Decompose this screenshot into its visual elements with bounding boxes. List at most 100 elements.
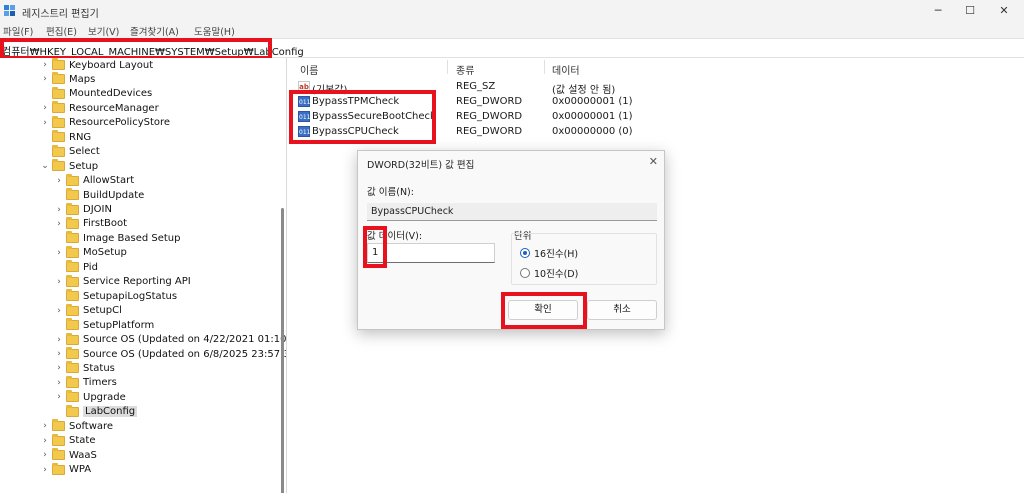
chevron-right-icon[interactable]: › [54, 361, 64, 375]
maximize-button[interactable]: ☐ [960, 3, 980, 19]
radio-hex[interactable]: 16진수(H) [520, 246, 578, 260]
radio-dec[interactable]: 10진수(D) [520, 266, 578, 280]
tree-node[interactable]: BuildUpdate [54, 188, 144, 202]
tree-node[interactable]: › Maps [40, 72, 95, 86]
menu-view[interactable]: 보기(V) [88, 24, 119, 38]
chevron-right-icon[interactable] [54, 405, 64, 419]
menu-help[interactable]: 도움말(H) [194, 24, 235, 38]
value-row[interactable]: 011 BypassTPMCheck REG_DWORD 0x00000001 … [292, 94, 1024, 109]
tree-node[interactable]: › ResourcePolicyStore [40, 115, 170, 130]
chevron-right-icon[interactable]: › [40, 434, 50, 448]
chevron-right-icon[interactable]: › [54, 376, 64, 390]
tree-node[interactable]: Select [40, 144, 100, 159]
cancel-button[interactable]: 취소 [587, 300, 657, 320]
tree-node[interactable]: › MoSetup [54, 245, 127, 260]
chevron-right-icon[interactable]: › [54, 333, 64, 347]
value-row[interactable]: ab (기본값) REG_SZ (값 설정 안 됨) [292, 79, 1024, 96]
registry-editor-icon [4, 5, 15, 16]
tree-node[interactable]: › WPA [40, 462, 91, 477]
dialog-close-icon[interactable]: ✕ [649, 155, 658, 168]
tree-node[interactable]: › Keyboard Layout [40, 58, 153, 72]
menu-file[interactable]: 파일(F) [3, 24, 33, 38]
tree-node[interactable]: › Upgrade [54, 390, 126, 404]
chevron-right-icon[interactable]: › [54, 304, 64, 318]
window-title: 레지스트리 편집기 [22, 9, 99, 20]
tree-node[interactable]: › ResourceManager [40, 101, 159, 115]
menu-favorites[interactable]: 즐겨찾기(A) [130, 24, 179, 38]
address-bar[interactable]: 컴퓨터₩HKEY_LOCAL_MACHINE₩SYSTEM₩Setup₩LabC… [0, 38, 1024, 58]
chevron-right-icon[interactable] [54, 289, 64, 303]
chevron-right-icon[interactable]: › [54, 246, 64, 260]
chevron-down-icon[interactable]: ⌄ [40, 159, 50, 173]
tree-node[interactable]: › Source OS (Updated on 6/8/2025 23:57:38… [54, 347, 286, 361]
value-name: BypassCPUCheck [312, 126, 399, 137]
tree-node[interactable]: LabConfig [54, 404, 138, 419]
chevron-right-icon[interactable]: › [40, 116, 50, 130]
tree-node[interactable]: › WaaS [40, 448, 97, 462]
column-header-name[interactable]: 이름 [300, 62, 318, 77]
tree-scrollbar[interactable] [281, 208, 284, 493]
menu-edit[interactable]: 편집(E) [46, 24, 77, 38]
chevron-right-icon[interactable] [40, 145, 50, 159]
chevron-right-icon[interactable]: › [54, 217, 64, 231]
chevron-right-icon[interactable] [40, 87, 50, 101]
folder-icon [66, 231, 79, 244]
value-data-input[interactable]: 1 [367, 243, 495, 263]
radio-dec-label: 10진수(D) [534, 269, 579, 280]
value-data: 0x00000001 (1) [552, 96, 633, 107]
column-separator[interactable] [447, 60, 448, 74]
binary-value-icon: 011 [298, 111, 310, 122]
tree-node[interactable]: › Source OS (Updated on 4/22/2021 01:10:0 [54, 332, 286, 347]
tree-node[interactable]: › State [40, 433, 95, 448]
tree-node[interactable]: › Timers [54, 375, 117, 390]
radio-hex-button[interactable] [520, 248, 530, 258]
tree-pane[interactable]: › Keyboard Layout › Maps MountedDevices › Reso… [0, 58, 287, 493]
chevron-right-icon[interactable]: › [40, 419, 50, 433]
chevron-right-icon[interactable]: › [54, 347, 64, 361]
chevron-right-icon[interactable]: › [40, 72, 50, 86]
tree-node[interactable]: › FirstBoot [54, 216, 127, 231]
tree-node[interactable]: › Software [40, 419, 113, 433]
chevron-right-icon[interactable]: › [54, 174, 64, 188]
tree-node[interactable]: Pid [54, 260, 98, 274]
tree-node-label: SetupapiLogStatus [83, 290, 178, 302]
tree-node-label: Software [69, 420, 114, 432]
radio-dec-button[interactable] [520, 268, 530, 278]
tree-node[interactable]: › DJOIN [54, 202, 112, 217]
value-row[interactable]: 011 BypassCPUCheck REG_DWORD 0x00000000 … [292, 124, 1024, 139]
chevron-right-icon[interactable] [54, 318, 64, 332]
chevron-right-icon[interactable]: › [40, 448, 50, 462]
column-header-type[interactable]: 종류 [456, 62, 474, 77]
chevron-right-icon[interactable]: › [40, 463, 50, 477]
tree-node[interactable]: RNG [40, 130, 91, 144]
chevron-right-icon[interactable] [54, 188, 64, 202]
close-button[interactable]: ✕ [994, 3, 1014, 19]
chevron-right-icon[interactable]: › [54, 203, 64, 217]
tree-node[interactable]: Image Based Setup [54, 231, 180, 245]
tree-node[interactable]: SetupapiLogStatus [54, 289, 177, 303]
minimize-button[interactable]: ─ [928, 3, 948, 19]
chevron-right-icon[interactable]: › [40, 58, 50, 72]
column-header-data[interactable]: 데이터 [552, 62, 580, 77]
tree-node[interactable]: › SetupCl [54, 303, 122, 318]
ok-button[interactable]: 확인 [508, 300, 578, 320]
chevron-right-icon[interactable] [40, 130, 50, 144]
tree-node[interactable]: SetupPlatform [54, 318, 154, 332]
chevron-right-icon[interactable]: › [54, 390, 64, 404]
value-type: REG_DWORD [456, 126, 523, 137]
tree-node[interactable]: › Status [54, 361, 115, 375]
tree-node-label: Setup [69, 160, 99, 172]
tree-node[interactable]: › AllowStart [54, 173, 134, 188]
tree-node-label: Pid [83, 261, 98, 273]
chevron-right-icon[interactable]: › [54, 275, 64, 289]
chevron-right-icon[interactable]: › [40, 101, 50, 115]
column-separator[interactable] [544, 60, 545, 74]
tree-node[interactable]: ⌄ Setup [40, 159, 98, 173]
value-row[interactable]: 011 BypassSecureBootCheck REG_DWORD 0x00… [292, 109, 1024, 124]
tree-node[interactable]: MountedDevices [40, 86, 152, 101]
chevron-right-icon[interactable] [54, 231, 64, 245]
chevron-right-icon[interactable] [54, 260, 64, 274]
value-name: BypassTPMCheck [312, 96, 400, 107]
address-path[interactable]: 컴퓨터₩HKEY_LOCAL_MACHINE₩SYSTEM₩Setup₩LabC… [2, 43, 304, 58]
tree-node[interactable]: › Service Reporting API [54, 274, 191, 289]
